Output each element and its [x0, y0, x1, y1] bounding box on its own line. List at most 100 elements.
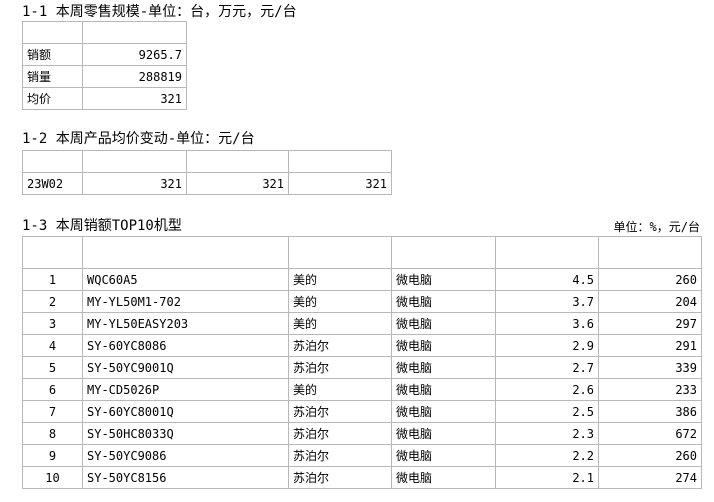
category-cell: 微电脑: [391, 400, 496, 423]
brand-cell: 美的: [288, 268, 392, 291]
header-cell: [391, 236, 496, 269]
table-row: 10 SY-50YC8156 苏泊尔 微电脑 2.1 274: [22, 466, 702, 489]
share-cell: 3.7: [495, 290, 599, 313]
rank-cell: 8: [22, 422, 83, 445]
table-row: 均价 321: [22, 87, 187, 110]
header-cell: [22, 150, 83, 173]
price-cell: 260: [598, 444, 702, 467]
rank-cell: 9: [22, 444, 83, 467]
model-cell: MY-YL50EASY203: [82, 312, 289, 335]
model-cell: SY-50HC8033Q: [82, 422, 289, 445]
model-cell: SY-50YC9086: [82, 444, 289, 467]
table-row: 4 SY-60YC8086 苏泊尔 微电脑 2.9 291: [22, 334, 702, 357]
table-row: 销额 9265.7: [22, 43, 187, 66]
header-cell: [82, 21, 187, 44]
table-header-row: [22, 236, 702, 269]
row-value: 9265.7: [82, 43, 187, 66]
category-cell: 微电脑: [391, 290, 496, 313]
category-cell: 微电脑: [391, 422, 496, 445]
week-cell: 23W02: [22, 172, 83, 195]
rank-cell: 10: [22, 466, 83, 489]
header-cell: [598, 236, 702, 269]
row-label: 销量: [22, 65, 83, 88]
table-header-row: [22, 150, 392, 173]
table-row: 2 MY-YL50M1-702 美的 微电脑 3.7 204: [22, 290, 702, 313]
unit-label: 单位：%，元/台: [613, 220, 700, 234]
share-cell: 3.6: [495, 312, 599, 335]
rank-cell: 4: [22, 334, 83, 357]
value-cell: 321: [82, 172, 187, 195]
table-row: 销量 288819: [22, 65, 187, 88]
price-cell: 386: [598, 400, 702, 423]
header-cell: [288, 150, 392, 173]
rank-cell: 3: [22, 312, 83, 335]
model-cell: SY-50YC8156: [82, 466, 289, 489]
price-cell: 233: [598, 378, 702, 401]
model-cell: WQC60A5: [82, 268, 289, 291]
brand-cell: 苏泊尔: [288, 466, 392, 489]
table-header-row: [22, 21, 187, 44]
retail-scale-table: 销额 9265.7 销量 288819 均价 321: [22, 21, 187, 110]
category-cell: 微电脑: [391, 356, 496, 379]
brand-cell: 苏泊尔: [288, 400, 392, 423]
category-cell: 微电脑: [391, 444, 496, 467]
rank-cell: 7: [22, 400, 83, 423]
category-cell: 微电脑: [391, 268, 496, 291]
value-cell: 321: [288, 172, 392, 195]
header-cell: [82, 236, 289, 269]
price-cell: 204: [598, 290, 702, 313]
avg-price-change-table: 23W02 321 321 321: [22, 150, 392, 195]
share-cell: 2.5: [495, 400, 599, 423]
share-cell: 4.5: [495, 268, 599, 291]
header-cell: [186, 150, 289, 173]
rank-cell: 2: [22, 290, 83, 313]
table-row: 6 MY-CD5026P 美的 微电脑 2.6 233: [22, 378, 702, 401]
row-value: 321: [82, 87, 187, 110]
section2-title: 1-2 本周产品均价变动-单位：元/台: [22, 131, 255, 147]
table-row: 9 SY-50YC9086 苏泊尔 微电脑 2.2 260: [22, 444, 702, 467]
header-cell: [82, 150, 187, 173]
top10-table: 1 WQC60A5 美的 微电脑 4.5 260 2 MY-YL50M1-702 美的 微电脑 3.…: [22, 236, 702, 489]
brand-cell: 苏泊尔: [288, 334, 392, 357]
brand-cell: 苏泊尔: [288, 422, 392, 445]
price-cell: 260: [598, 268, 702, 291]
brand-cell: 苏泊尔: [288, 444, 392, 467]
table-row: 5 SY-50YC9001Q 苏泊尔 微电脑 2.7 339: [22, 356, 702, 379]
price-cell: 297: [598, 312, 702, 335]
model-cell: MY-CD5026P: [82, 378, 289, 401]
header-cell: [495, 236, 599, 269]
section1-title: 1-1 本周零售规模-单位：台，万元，元/台: [22, 4, 297, 20]
table-row: 23W02 321 321 321: [22, 172, 392, 195]
category-cell: 微电脑: [391, 466, 496, 489]
table-row: 7 SY-60YC8001Q 苏泊尔 微电脑 2.5 386: [22, 400, 702, 423]
price-cell: 291: [598, 334, 702, 357]
header-cell: [22, 236, 83, 269]
share-cell: 2.2: [495, 444, 599, 467]
category-cell: 微电脑: [391, 334, 496, 357]
share-cell: 2.9: [495, 334, 599, 357]
value-cell: 321: [186, 172, 289, 195]
price-cell: 339: [598, 356, 702, 379]
price-cell: 672: [598, 422, 702, 445]
model-cell: SY-50YC9001Q: [82, 356, 289, 379]
section3-title: 1-3 本周销额TOP10机型: [22, 218, 182, 234]
row-label: 均价: [22, 87, 83, 110]
rank-cell: 6: [22, 378, 83, 401]
table-row: 8 SY-50HC8033Q 苏泊尔 微电脑 2.3 672: [22, 422, 702, 445]
table-row: 1 WQC60A5 美的 微电脑 4.5 260: [22, 268, 702, 291]
price-cell: 274: [598, 466, 702, 489]
share-cell: 2.7: [495, 356, 599, 379]
share-cell: 2.3: [495, 422, 599, 445]
category-cell: 微电脑: [391, 312, 496, 335]
model-cell: SY-60YC8086: [82, 334, 289, 357]
brand-cell: 美的: [288, 312, 392, 335]
share-cell: 2.6: [495, 378, 599, 401]
brand-cell: 美的: [288, 378, 392, 401]
header-cell: [22, 21, 83, 44]
table-row: 3 MY-YL50EASY203 美的 微电脑 3.6 297: [22, 312, 702, 335]
header-cell: [288, 236, 392, 269]
model-cell: MY-YL50M1-702: [82, 290, 289, 313]
brand-cell: 苏泊尔: [288, 356, 392, 379]
category-cell: 微电脑: [391, 378, 496, 401]
share-cell: 2.1: [495, 466, 599, 489]
